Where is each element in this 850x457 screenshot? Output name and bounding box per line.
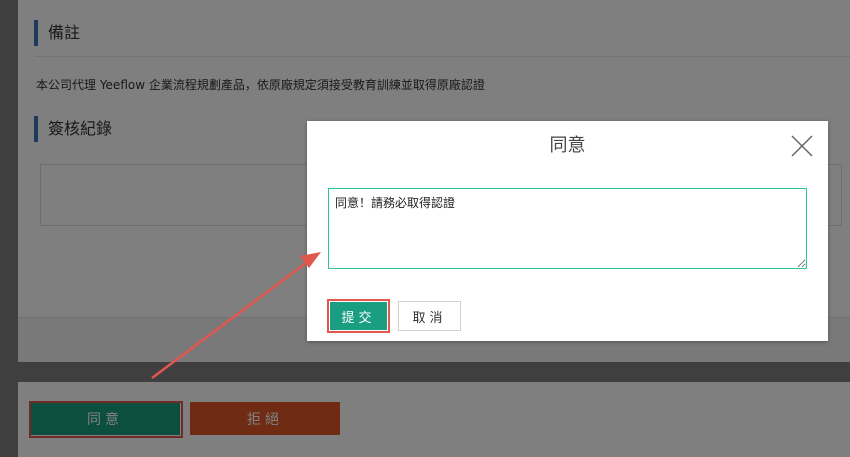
cancel-button[interactable]: 取消 xyxy=(398,301,461,331)
comment-textarea[interactable] xyxy=(328,188,807,269)
dialog-title: 同意 xyxy=(549,135,586,156)
submit-button[interactable]: 提交 xyxy=(330,302,387,330)
close-icon[interactable] xyxy=(789,133,815,159)
agree-dialog: 同意 提交 取消 xyxy=(307,121,828,341)
